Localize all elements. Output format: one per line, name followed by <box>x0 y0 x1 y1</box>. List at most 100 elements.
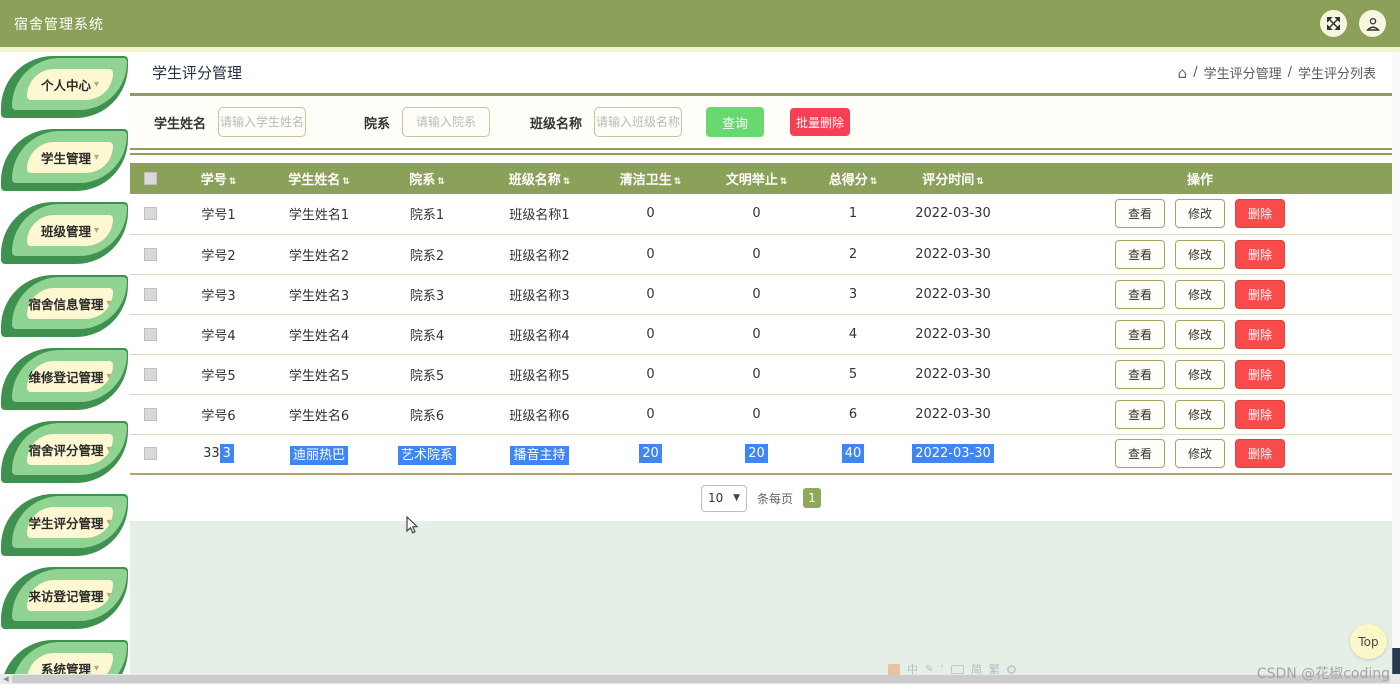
cell-total: 4 <box>849 327 857 342</box>
row-checkbox[interactable] <box>144 248 157 261</box>
delete-button[interactable]: 删除 <box>1235 199 1285 228</box>
cell-dept: 院系2 <box>410 249 444 264</box>
user-button[interactable] <box>1359 10 1386 37</box>
chevron-down-icon: ▾ <box>94 79 99 90</box>
cell-civil: 0 <box>752 206 760 221</box>
edit-button[interactable]: 修改 <box>1175 320 1225 349</box>
view-button[interactable]: 查看 <box>1115 240 1165 269</box>
ime-lang-label[interactable]: 中 <box>907 661 918 677</box>
view-button[interactable]: 查看 <box>1115 439 1165 468</box>
col-clean: 清洁卫生⇅ <box>596 163 705 194</box>
col-student-name: 学生姓名⇅ <box>267 163 371 194</box>
row-checkbox[interactable] <box>144 328 157 341</box>
row-checkbox[interactable] <box>144 207 157 220</box>
breadcrumb-item[interactable]: 学生评分管理 <box>1204 63 1282 82</box>
delete-button[interactable]: 删除 <box>1235 400 1285 429</box>
view-button[interactable]: 查看 <box>1115 320 1165 349</box>
sidebar-item-personal-center[interactable]: 个人中心▾ <box>1 56 128 118</box>
sort-icon[interactable]: ⇅ <box>780 177 788 187</box>
delete-button[interactable]: 删除 <box>1235 280 1285 309</box>
cell-dept: 院系4 <box>410 329 444 344</box>
delete-button[interactable]: 删除 <box>1235 320 1285 349</box>
back-to-top-button[interactable]: Top <box>1350 624 1387 659</box>
view-button[interactable]: 查看 <box>1115 199 1165 228</box>
edit-button[interactable]: 修改 <box>1175 280 1225 309</box>
row-checkbox[interactable] <box>144 408 157 421</box>
sidebar-item-dorm-info-mgmt[interactable]: 宿舍信息管理▾ <box>1 275 128 337</box>
sort-icon[interactable]: ⇅ <box>674 177 682 187</box>
page-number-button[interactable]: 1 <box>803 488 821 508</box>
cell-civil: 0 <box>752 327 760 342</box>
cell-clean: 0 <box>646 287 654 302</box>
horizontal-scrollbar-thumb[interactable] <box>12 675 1390 683</box>
gear-icon[interactable] <box>1007 665 1016 674</box>
sort-icon[interactable]: ⇅ <box>563 177 571 187</box>
delete-button[interactable]: 删除 <box>1235 439 1285 468</box>
cell-dept: 院系1 <box>410 208 444 223</box>
cell-clean: 20 <box>639 444 662 463</box>
edit-button[interactable]: 修改 <box>1175 199 1225 228</box>
cell-student-name: 学生姓名1 <box>289 208 349 223</box>
sidebar-item-dorm-score-mgmt[interactable]: 宿舍评分管理▾ <box>1 421 128 483</box>
delete-button[interactable]: 删除 <box>1235 360 1285 389</box>
class-name-label: 班级名称 <box>530 113 582 132</box>
select-all-checkbox[interactable] <box>144 172 157 185</box>
batch-delete-button[interactable]: 批量删除 <box>790 108 850 136</box>
row-checkbox[interactable] <box>144 288 157 301</box>
row-checkbox[interactable] <box>144 368 157 381</box>
class-name-input[interactable] <box>594 107 682 137</box>
cell-dept: 院系5 <box>410 369 444 384</box>
quote-icon[interactable]: ’ <box>940 663 944 676</box>
view-button[interactable]: 查看 <box>1115 400 1165 429</box>
page-size-select[interactable]: 10 ▼ <box>701 485 747 512</box>
sort-icon[interactable]: ⇅ <box>870 177 878 187</box>
edit-button[interactable]: 修改 <box>1175 360 1225 389</box>
edit-button[interactable]: 修改 <box>1175 240 1225 269</box>
screen: 宿舍管理系统 个人中心▾ <box>0 0 1400 684</box>
page-header: 学生评分管理 ⌂ / 学生评分管理 / 学生评分列表 <box>130 52 1392 93</box>
keyboard-icon[interactable] <box>951 665 964 674</box>
sort-icon[interactable]: ⇅ <box>437 177 445 187</box>
query-button[interactable]: 查询 <box>706 107 764 137</box>
sidebar-item-student-mgmt[interactable]: 学生管理▾ <box>1 129 128 191</box>
cell-class-name: 班级名称6 <box>509 409 569 424</box>
row-checkbox[interactable] <box>144 447 157 460</box>
sort-icon[interactable]: ⇅ <box>229 177 237 187</box>
edit-button[interactable]: 修改 <box>1175 400 1225 429</box>
cell-total: 2 <box>849 247 857 262</box>
sidebar-item-visitor-mgmt[interactable]: 来访登记管理▾ <box>1 567 128 629</box>
cell-student-no: 学号5 <box>201 369 235 384</box>
vertical-scrollbar[interactable] <box>1392 52 1400 684</box>
per-page-label: 条每页 <box>757 490 793 507</box>
sidebar-item-student-score-mgmt[interactable]: 学生评分管理▾ <box>1 494 128 556</box>
fullscreen-button[interactable] <box>1320 10 1347 37</box>
pen-icon[interactable]: ✎ <box>925 664 933 675</box>
view-button[interactable]: 查看 <box>1115 280 1165 309</box>
student-name-input[interactable] <box>218 107 306 137</box>
table-row: 学号4 学生姓名4 院系4 班级名称4 0 0 4 2022-03-30 查看修… <box>130 314 1392 354</box>
home-icon[interactable]: ⌂ <box>1178 64 1188 82</box>
delete-button[interactable]: 删除 <box>1235 240 1285 269</box>
view-button[interactable]: 查看 <box>1115 360 1165 389</box>
fullscreen-icon <box>1327 17 1340 30</box>
filter-bar: 学生姓名 院系 班级名称 查询 批量删除 <box>130 96 1392 148</box>
dept-input[interactable] <box>402 107 490 137</box>
sidebar-item-class-mgmt[interactable]: 班级管理▾ <box>1 202 128 264</box>
user-icon <box>1366 17 1380 31</box>
ime-simplified-label[interactable]: 简 <box>971 661 982 677</box>
cell-dept: 院系6 <box>410 409 444 424</box>
cell-class-name: 班级名称1 <box>509 208 569 223</box>
horizontal-scrollbar[interactable]: ◀ <box>0 674 1400 684</box>
sidebar-item-label: 系统管理 <box>41 659 91 674</box>
scroll-left-arrow-icon[interactable]: ◀ <box>0 674 12 684</box>
ime-traditional-label[interactable]: 繁 <box>989 661 1000 677</box>
edit-button[interactable]: 修改 <box>1175 439 1225 468</box>
sort-icon[interactable]: ⇅ <box>342 177 350 187</box>
sidebar-item-system-mgmt[interactable]: 系统管理▾ <box>1 640 128 674</box>
cell-time: 2022-03-30 <box>915 247 991 262</box>
sort-icon[interactable]: ⇅ <box>976 177 984 187</box>
sidebar-item-label: 学生管理 <box>41 148 91 167</box>
sidebar-item-repair-mgmt[interactable]: 维修登记管理▾ <box>1 348 128 410</box>
cell-student-no: 学号2 <box>201 249 235 264</box>
ime-logo-icon[interactable] <box>888 664 900 675</box>
